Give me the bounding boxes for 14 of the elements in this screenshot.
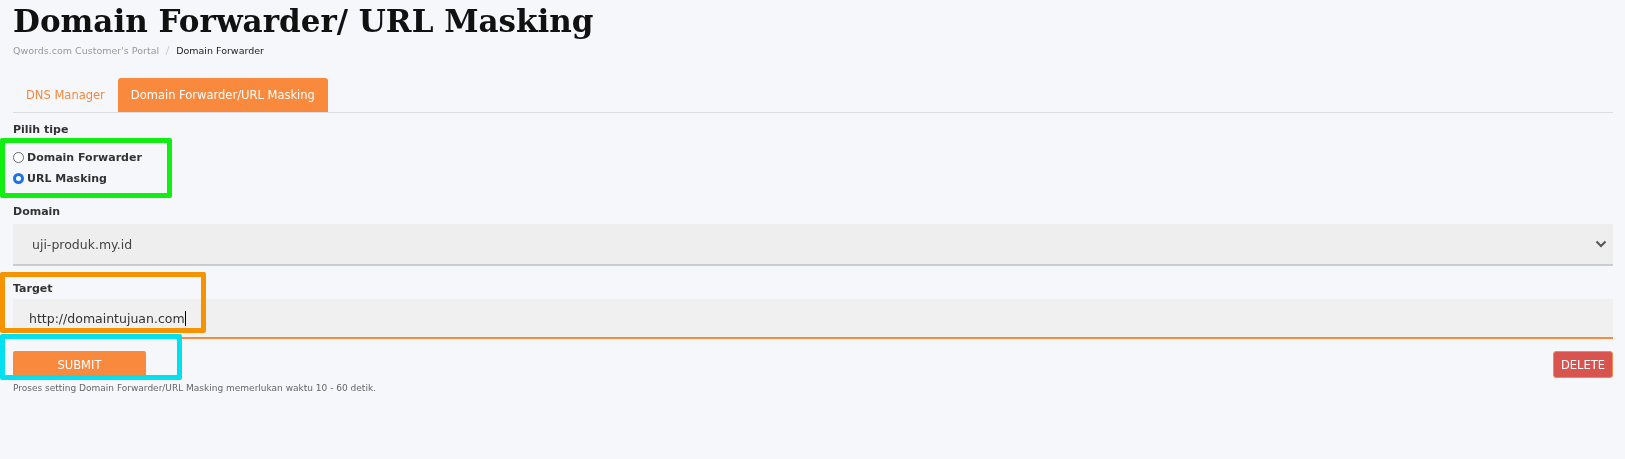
radio-button[interactable] — [13, 173, 24, 184]
page-title: Domain Forwarder/ URL Masking — [13, 2, 595, 41]
delete-button[interactable]: DELETE — [1553, 351, 1613, 378]
radio-label[interactable]: URL Masking — [27, 172, 107, 185]
field-label: Domain — [13, 205, 62, 218]
chevron-down-icon — [1595, 240, 1607, 248]
field-label: Pilih tipe — [13, 124, 70, 136]
target-input[interactable]: http://domaintujuan.com — [13, 299, 1613, 339]
radio-label[interactable]: Domain Forwarder — [27, 151, 142, 164]
domain-select[interactable]: uji-produk.my.id — [13, 224, 1613, 266]
info-note: Proses setting Domain Forwarder/URL Masking memerlukan waktu 10 - 60 detik. — [13, 383, 377, 393]
breadcrumb-link[interactable]: Domain Forwarder — [176, 44, 264, 56]
field-label: Target — [13, 282, 54, 295]
radio-button[interactable] — [13, 152, 24, 163]
